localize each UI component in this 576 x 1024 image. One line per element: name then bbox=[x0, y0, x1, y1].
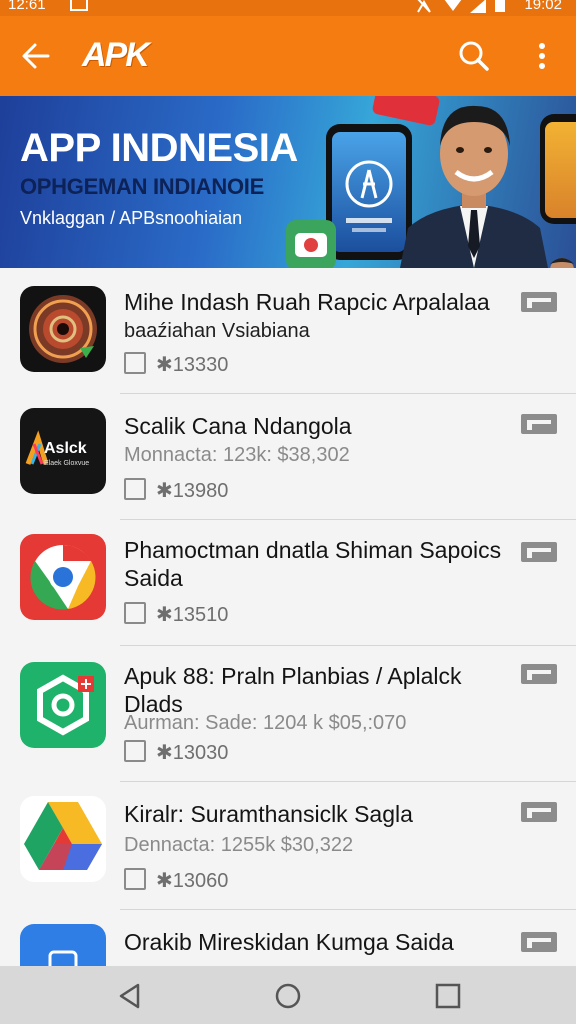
app-meta: Dennacta: 1255k $30,322 bbox=[124, 834, 354, 856]
app-icon-browser bbox=[20, 534, 106, 620]
app-name: Orakib Mireskidan Kumga Saida bbox=[124, 929, 454, 955]
app-name: Scalik Cana Ndangola bbox=[124, 413, 352, 439]
app-name: Phamoctman dnatla Shiman Sapoics Saida bbox=[124, 537, 502, 591]
download-icon[interactable] bbox=[521, 802, 557, 822]
app-rating-value: ✱13980 bbox=[156, 480, 229, 502]
system-nav-bar bbox=[0, 966, 576, 1024]
download-icon[interactable] bbox=[521, 664, 557, 684]
list-item[interactable]: Orakib Mireskidan Kumga Saida bbox=[0, 910, 576, 966]
search-icon[interactable] bbox=[456, 38, 492, 74]
banner-tagline: Vnklaggan / APBsnoohiaian bbox=[20, 208, 243, 228]
app-rating-value: ✱13030 bbox=[156, 742, 229, 764]
app-name: Apuk 88: Praln Planbias / Aplalck Dlads bbox=[124, 663, 462, 717]
nav-recents-icon[interactable] bbox=[434, 982, 462, 1010]
notification-icon bbox=[70, 0, 88, 16]
app-icon-blue bbox=[20, 924, 106, 966]
checkbox-icon[interactable] bbox=[124, 868, 146, 890]
app-rating: ✱13030 bbox=[124, 740, 228, 765]
app-icon-drive bbox=[20, 796, 106, 882]
more-options-icon[interactable] bbox=[528, 38, 556, 74]
checkbox-icon[interactable] bbox=[124, 602, 146, 624]
download-icon[interactable] bbox=[521, 932, 557, 952]
app-logo: APK bbox=[82, 36, 150, 74]
app-bar: APK bbox=[0, 16, 576, 96]
app-icon-camera-lens bbox=[20, 286, 106, 372]
status-time-left: 12:61 bbox=[8, 0, 46, 13]
list-item[interactable]: Kiralr: Suramthansiclk Sagla Dennacta: 1… bbox=[0, 782, 576, 910]
app-rating-value: ✱13330 bbox=[156, 354, 229, 376]
download-icon[interactable] bbox=[521, 414, 557, 434]
banner-subtitle: OPHGEMAN INDIANOIE bbox=[20, 174, 264, 199]
battery-icon bbox=[494, 0, 506, 16]
signal-icon bbox=[470, 0, 486, 16]
list-item[interactable]: Mihe Indash Ruah Rapcic Arpalalaa baaźia… bbox=[0, 268, 576, 394]
checkbox-icon[interactable] bbox=[124, 352, 146, 374]
app-rating-value: ✱13510 bbox=[156, 604, 229, 626]
nav-home-icon[interactable] bbox=[274, 982, 302, 1010]
status-time-right: 19:02 bbox=[524, 0, 562, 13]
banner-presenter-photo bbox=[400, 96, 548, 268]
banner-camera-app-icon bbox=[286, 220, 336, 268]
list-item[interactable]: Apuk 88: Praln Planbias / Aplalck Dlads … bbox=[0, 646, 576, 782]
wifi-icon bbox=[444, 0, 462, 16]
app-rating: ✱13510 bbox=[124, 602, 228, 627]
list-item[interactable]: Aslck Elaek Gloxvue Scalik Cana Ndangola… bbox=[0, 394, 576, 520]
promo-banner[interactable]: APP INDNESIA OPHGEMAN INDIANOIE Vnklagga… bbox=[0, 96, 576, 268]
app-name: Kiralr: Suramthansiclk Sagla bbox=[124, 801, 413, 827]
back-arrow-icon[interactable] bbox=[18, 38, 54, 74]
app-icon-text: Aslck bbox=[44, 440, 87, 457]
app-meta: Monnacta: 123k: $38,302 bbox=[124, 444, 350, 466]
checkbox-icon[interactable] bbox=[124, 478, 146, 500]
app-list: Mihe Indash Ruah Rapcic Arpalalaa baaźia… bbox=[0, 268, 576, 966]
checkbox-icon[interactable] bbox=[124, 740, 146, 762]
mute-icon bbox=[416, 0, 432, 16]
download-icon[interactable] bbox=[521, 292, 557, 312]
download-icon[interactable] bbox=[521, 542, 557, 562]
app-name: Mihe Indash Ruah Rapcic Arpalalaa bbox=[124, 289, 490, 315]
nav-back-icon[interactable] bbox=[116, 982, 144, 1010]
app-meta: baaźiahan Vsiabiana bbox=[124, 320, 310, 342]
app-rating-value: ✱13060 bbox=[156, 870, 229, 892]
app-rating: ✱13060 bbox=[124, 868, 228, 893]
list-item[interactable]: Phamoctman dnatla Shiman Sapoics Saida ✱… bbox=[0, 520, 576, 646]
banner-title: APP INDNESIA bbox=[20, 126, 298, 170]
app-rating: ✱13330 bbox=[124, 352, 228, 377]
app-meta: Aurman: Sade: 1204 k $05,:070 bbox=[124, 712, 407, 734]
banner-person-small bbox=[542, 254, 576, 268]
app-icon-subtext: Elaek Gloxvue bbox=[44, 460, 90, 467]
app-icon-aslck: Aslck Elaek Gloxvue bbox=[20, 408, 106, 494]
app-rating: ✱13980 bbox=[124, 478, 228, 503]
app-icon-hexagon bbox=[20, 662, 106, 748]
status-bar: 12:61 19:02 bbox=[0, 0, 576, 16]
